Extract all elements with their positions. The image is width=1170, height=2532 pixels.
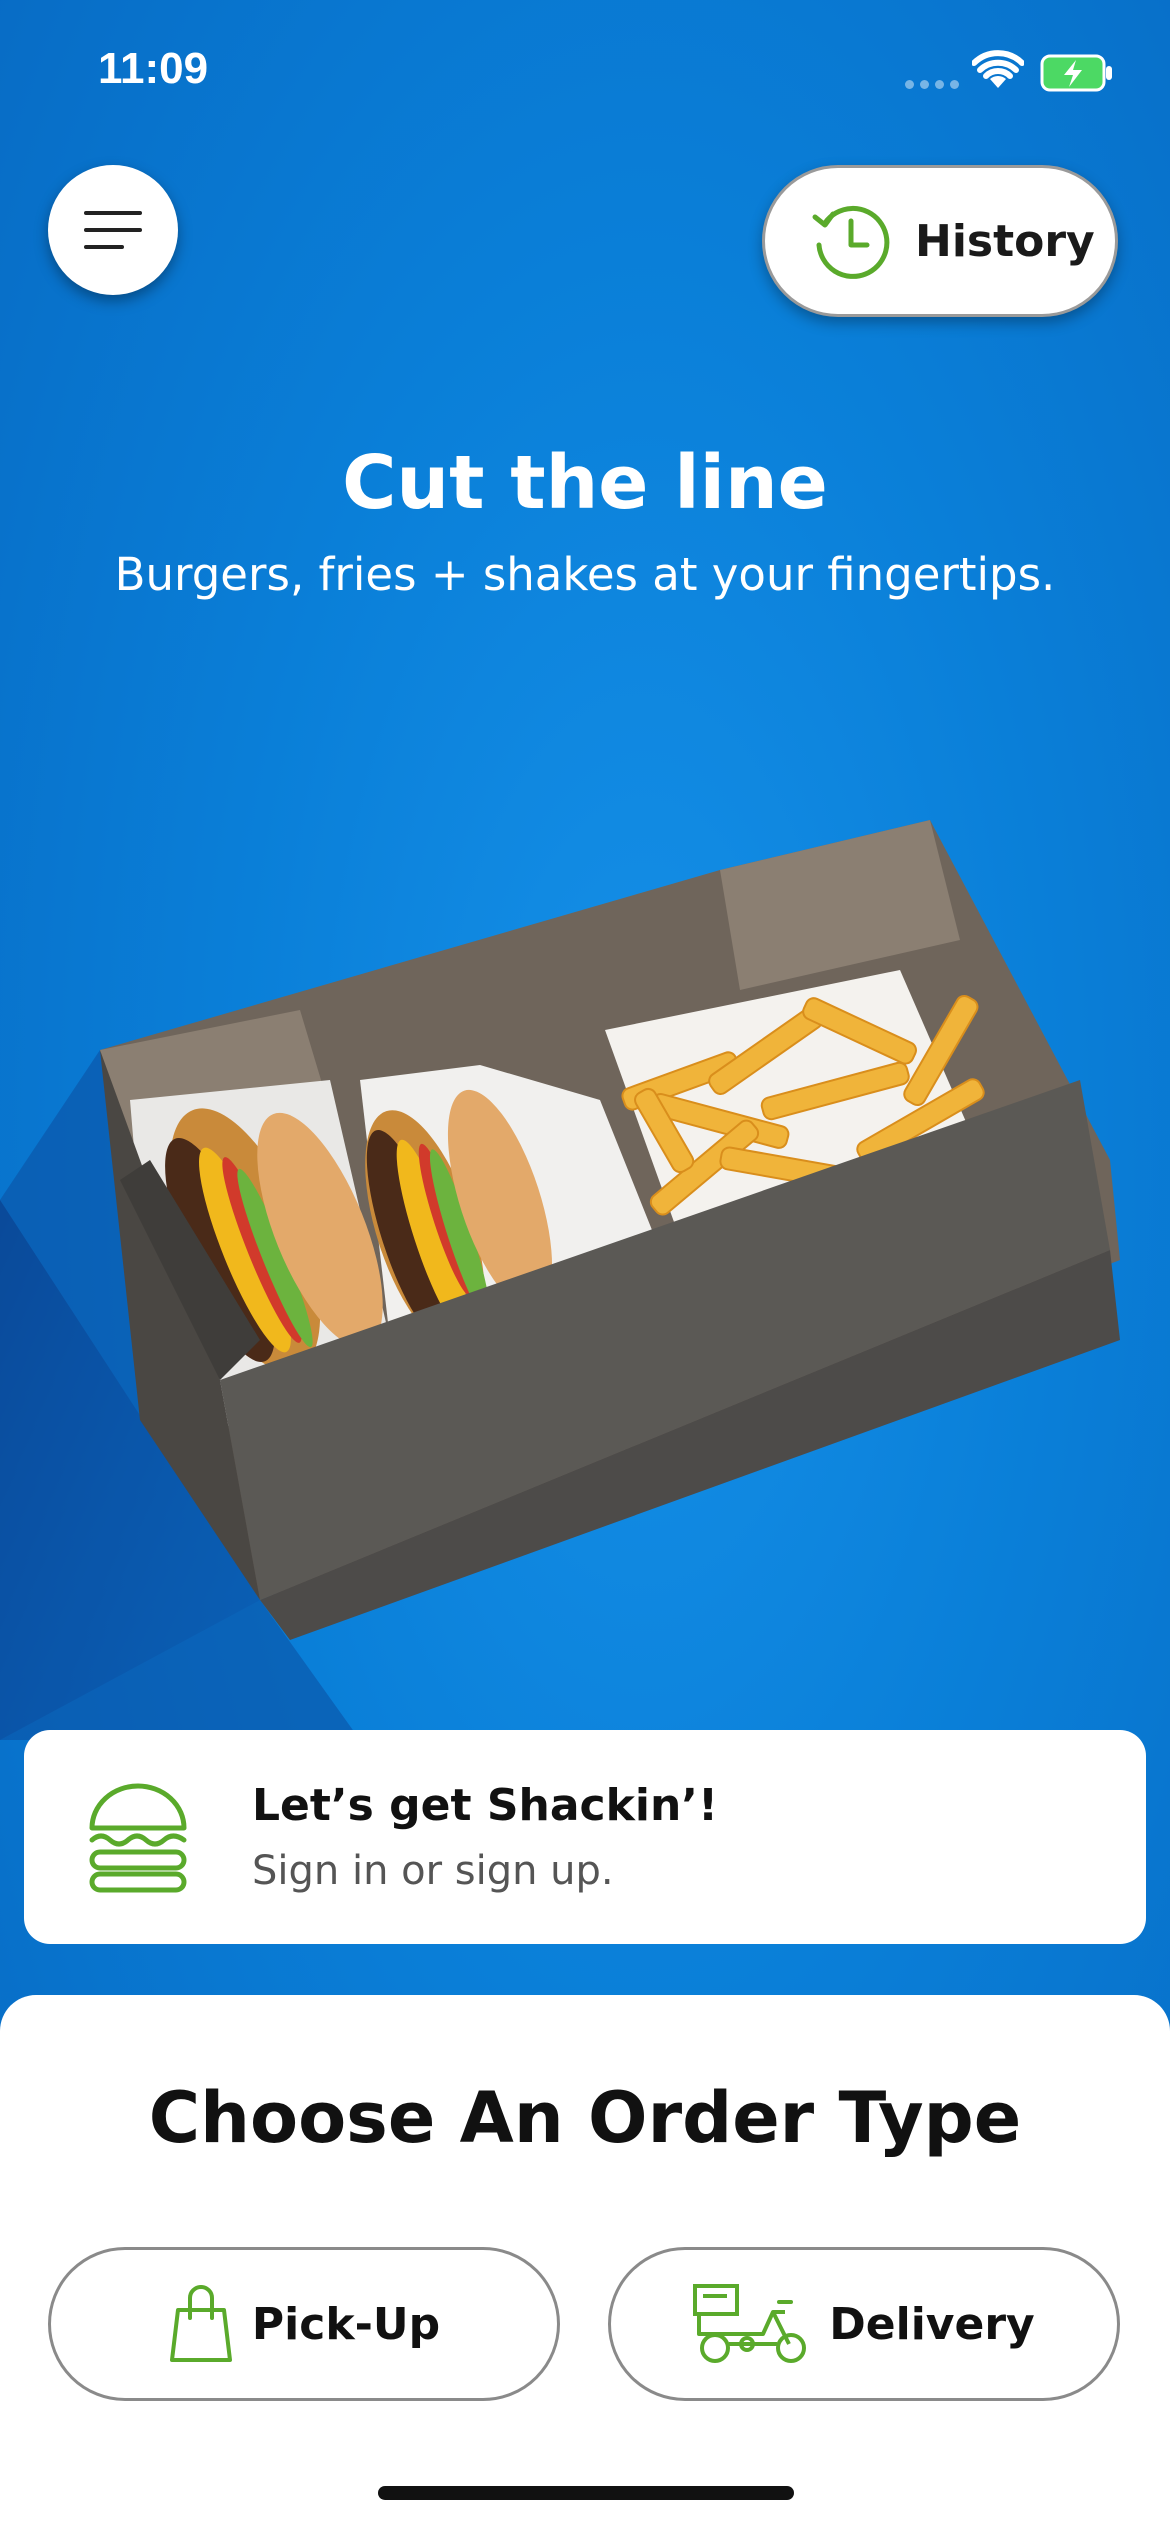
wifi-icon — [972, 50, 1024, 88]
burger-icon — [89, 1783, 187, 1893]
hero-title: Cut the line — [342, 440, 828, 526]
delivery-scooter-icon — [693, 2284, 807, 2363]
history-label: History — [915, 215, 1095, 267]
hero-subtitle: Burgers, fries + shakes at your fingerti… — [114, 548, 1056, 601]
menu-icon — [84, 211, 142, 249]
signin-subtitle: Sign in or sign up. — [252, 1848, 614, 1894]
battery-icon — [1040, 54, 1112, 92]
status-time: 11:09 — [98, 44, 209, 93]
order-type-sheet: Choose An Order Type Pick-Up Delivery — [0, 1995, 1170, 2532]
delivery-button[interactable]: Delivery — [608, 2247, 1120, 2401]
history-clock-icon — [812, 205, 890, 279]
delivery-label: Delivery — [829, 2298, 1035, 2350]
menu-button[interactable] — [48, 165, 178, 295]
order-type-title: Choose An Order Type — [148, 2077, 1022, 2159]
pickup-label: Pick-Up — [251, 2298, 441, 2350]
app-screen: 11:09 History Cut the line Burgers, frie… — [0, 0, 1170, 2532]
signal-icon — [905, 80, 959, 89]
signin-title: Let’s get Shackin’! — [252, 1780, 719, 1831]
home-indicator[interactable] — [378, 2486, 794, 2500]
food-box-image — [0, 820, 1120, 1740]
signin-card[interactable]: Let’s get Shackin’! Sign in or sign up. — [24, 1730, 1146, 1944]
shopping-bag-icon — [169, 2285, 232, 2362]
history-button[interactable]: History — [762, 165, 1118, 317]
pickup-button[interactable]: Pick-Up — [48, 2247, 560, 2401]
